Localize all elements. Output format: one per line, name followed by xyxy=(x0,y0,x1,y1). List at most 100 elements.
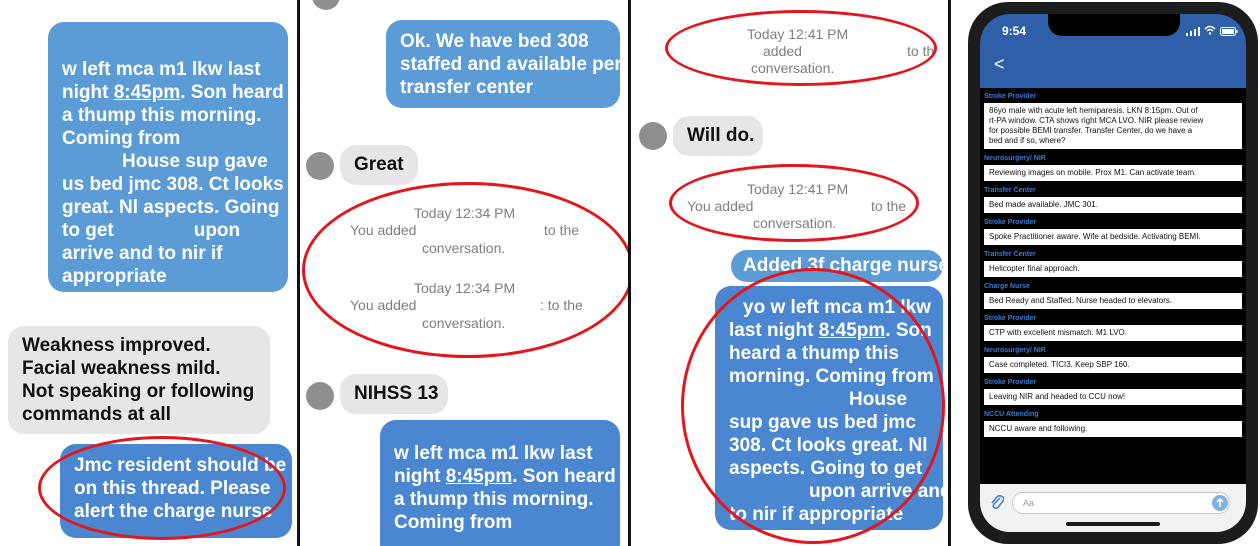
message-sender: Neurosurgery/ NIR xyxy=(984,155,1046,162)
phone-screen: 9:54 < Stroke Provider 86yo male with acu… xyxy=(980,14,1246,532)
screenshot-panel-2: Ok. We have bed 308 staffed and availabl… xyxy=(300,0,628,546)
back-icon[interactable]: < xyxy=(994,54,1005,75)
message-bubble-outgoing[interactable]: w left mca m1 lkw last night 8:45pm. Son… xyxy=(380,420,620,546)
message-card[interactable]: Bed Ready and Staffed. Nurse headed to e… xyxy=(984,293,1242,309)
home-indicator xyxy=(1066,522,1160,526)
phone-mockup: 9:54 < Stroke Provider 86yo male with acu… xyxy=(960,0,1260,546)
message-feed: Stroke Provider 86yo male with acute left… xyxy=(980,88,1246,484)
status-bar: 9:54 xyxy=(980,14,1246,46)
message-line: Coming from xyxy=(394,512,513,533)
message-text: for possible BEMI transfer. Transfer Cen… xyxy=(989,126,1193,135)
message-line: Not speaking or following xyxy=(22,381,255,402)
message-line: great. Nl aspects. Going xyxy=(62,197,280,218)
phone-frame: 9:54 < Stroke Provider 86yo male with acu… xyxy=(968,2,1258,544)
message-sender: Stroke Provider xyxy=(984,219,1037,226)
message-line: appropriate xyxy=(62,266,167,287)
screenshot-panel-3: Today 12:41 PM added to th conversation.… xyxy=(631,0,948,546)
message-line: to get xyxy=(62,220,114,241)
panel-divider xyxy=(948,0,951,546)
message-sender: Neurosurgery/ NIR xyxy=(984,347,1046,354)
signal-icon xyxy=(1186,25,1200,39)
screenshot-panel-1: w left mca m1 lkw last night 8:45pm. Son… xyxy=(0,0,297,546)
message-input[interactable]: Aa xyxy=(1012,492,1230,514)
message-text: Bed made available. JMC 301. xyxy=(989,200,1098,209)
message-card[interactable]: Reviewing images on mobile. Prox M1. Can… xyxy=(984,165,1242,181)
message-line: a thump this morning. xyxy=(394,489,594,510)
avatar xyxy=(306,382,334,410)
avatar xyxy=(312,0,340,10)
message-line: Facial weakness mild. xyxy=(22,358,221,379)
highlight-ring xyxy=(681,268,945,544)
message-line: Coming from xyxy=(62,128,181,149)
message-card[interactable]: Case completed. TICI3. Keep SBP 160. xyxy=(984,357,1242,373)
message-bubble-outgoing[interactable]: w left mca m1 lkw last night 8:45pm. Son… xyxy=(48,22,288,292)
phone-notch xyxy=(1048,14,1180,36)
message-text: bed and if so, where? xyxy=(989,136,1066,145)
input-placeholder: Aa xyxy=(1023,498,1035,508)
message-line: Ok. We have bed 308 xyxy=(400,31,589,52)
message-line: Weakness improved. xyxy=(22,335,211,356)
message-text: Leaving NIR and headed to CCU now! xyxy=(989,392,1126,401)
message-bubble-outgoing[interactable]: Ok. We have bed 308 staffed and availabl… xyxy=(386,20,622,108)
time-link[interactable]: 8:45pm xyxy=(446,466,513,487)
message-sender: Stroke Provider xyxy=(984,93,1037,100)
message-sender: Stroke Provider xyxy=(984,315,1037,322)
message-line: a thump this morning. xyxy=(62,105,262,126)
message-card[interactable]: Bed made available. JMC 301. xyxy=(984,197,1242,213)
highlight-ring xyxy=(669,164,919,242)
message-card[interactable]: Helicopter final approach. xyxy=(984,261,1242,277)
message-text: Helicopter final approach. xyxy=(989,264,1080,273)
message-sender: NCCU Attending xyxy=(984,411,1039,418)
message-card[interactable]: 86yo male with acute left hemiparesis. L… xyxy=(984,103,1242,149)
message-bubble-incoming[interactable]: Great xyxy=(340,145,418,185)
message-line: w left mca m1 lkw last xyxy=(394,443,593,464)
highlight-ring xyxy=(665,10,937,86)
attachment-icon[interactable] xyxy=(990,494,1005,515)
message-line: Will do. xyxy=(687,125,755,146)
message-text: Bed Ready and Staffed. Nurse headed to e… xyxy=(989,296,1173,305)
message-text: NCCU aware and following. xyxy=(989,424,1088,433)
status-time: 9:54 xyxy=(1002,24,1027,38)
message-line: us bed jmc 308. Ct looks xyxy=(62,174,284,195)
message-line: commands at all xyxy=(22,404,171,425)
message-card[interactable]: NCCU aware and following. xyxy=(984,421,1242,437)
message-sender: Transfer Center xyxy=(984,187,1036,194)
highlight-ring xyxy=(38,436,286,540)
message-line: . Son heard xyxy=(180,82,284,103)
message-text: Case completed. TICI3. Keep SBP 160. xyxy=(989,360,1130,369)
message-bubble-incoming[interactable]: NIHSS 13 xyxy=(340,374,448,414)
message-line: NIHSS 13 xyxy=(354,383,439,404)
highlight-ring xyxy=(302,182,628,358)
message-sender: Stroke Provider xyxy=(984,379,1037,386)
avatar xyxy=(306,152,334,180)
message-card[interactable]: CTP with excellent mismatch. M1 LVO. xyxy=(984,325,1242,341)
wifi-icon xyxy=(1204,24,1216,38)
nav-bar: < xyxy=(980,46,1246,88)
send-icon[interactable] xyxy=(1212,495,1228,516)
message-text: rt-PA window. CTA shows right MCA LVO. N… xyxy=(989,116,1204,125)
message-bubble-incoming[interactable]: Will do. xyxy=(673,116,763,156)
message-sender: Transfer Center xyxy=(984,251,1036,258)
message-line: night xyxy=(62,82,114,103)
message-sender: Charge Nurse xyxy=(984,283,1030,290)
message-card[interactable]: Leaving NIR and headed to CCU now! xyxy=(984,389,1242,405)
avatar xyxy=(639,122,667,150)
message-line: arrive and to nir if xyxy=(62,243,223,264)
message-line: staffed and available per xyxy=(400,54,622,75)
message-line: Great xyxy=(354,154,404,175)
message-text: Reviewing images on mobile. Prox M1. Can… xyxy=(989,168,1197,177)
message-text: 86yo male with acute left hemiparesis. L… xyxy=(989,106,1198,115)
message-text: Spoke Practitioner aware. Wife at bedsid… xyxy=(989,232,1201,241)
message-line: House sup gave xyxy=(122,151,268,172)
time-link[interactable]: 8:45pm xyxy=(114,82,181,103)
message-bubble-incoming[interactable]: Weakness improved. Facial weakness mild.… xyxy=(8,326,270,434)
battery-icon xyxy=(1220,25,1238,39)
message-line: upon xyxy=(193,220,241,241)
message-line: transfer center xyxy=(400,77,534,98)
message-card[interactable]: Spoke Practitioner aware. Wife at bedsid… xyxy=(984,229,1242,245)
message-line: . Son heard xyxy=(512,466,616,487)
message-line: w left mca m1 lkw last xyxy=(62,59,261,80)
message-text: CTP with excellent mismatch. M1 LVO. xyxy=(989,328,1127,337)
message-line: night xyxy=(394,466,446,487)
composer: Aa xyxy=(980,484,1246,532)
